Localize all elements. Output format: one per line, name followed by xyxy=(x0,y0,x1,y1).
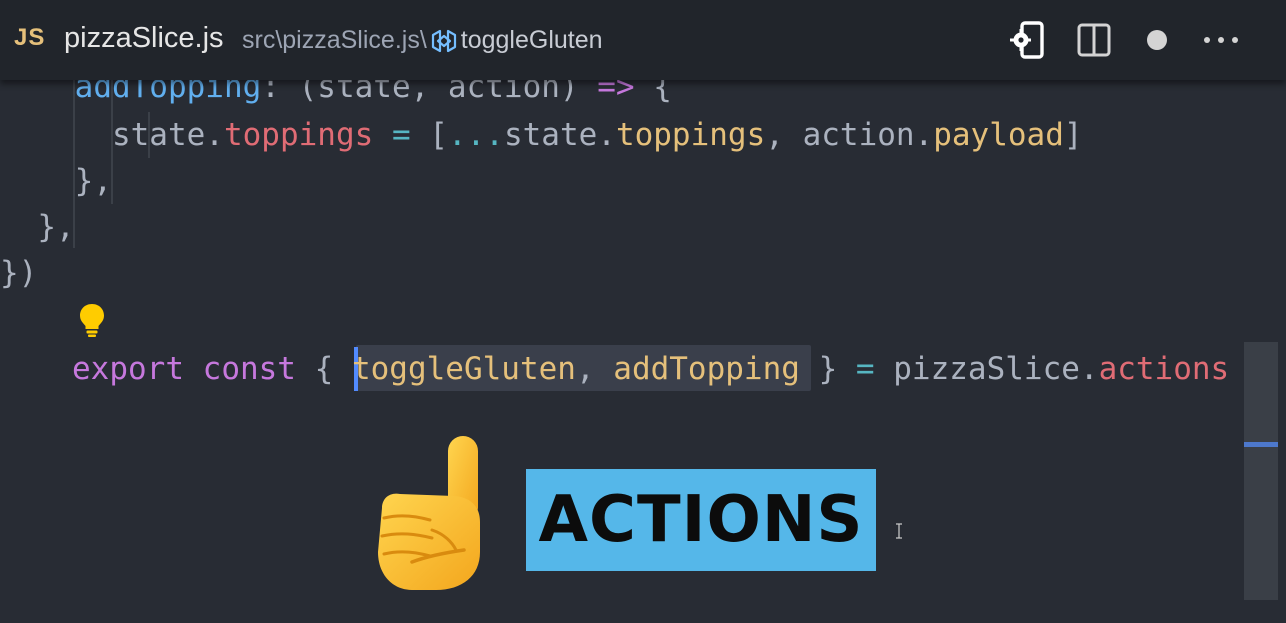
lightbulb-icon[interactable] xyxy=(78,302,106,338)
active-tab-title[interactable]: pizzaSlice.js xyxy=(64,22,224,55)
code-line: addTopping: (state, action) => { xyxy=(74,80,672,105)
symbol-variable-icon xyxy=(429,27,459,55)
actions-title-text: ACTIONS xyxy=(538,483,864,557)
breadcrumb: src\pizzaSlice.js\ toggleGluten xyxy=(242,26,603,55)
device-settings-icon[interactable] xyxy=(1008,20,1048,60)
actions-title-banner: ACTIONS xyxy=(526,469,876,571)
scrollbar-selection-marker xyxy=(1244,442,1278,447)
code-line: }) xyxy=(0,255,38,291)
pointing-up-hand-icon xyxy=(372,434,488,592)
breadcrumb-path[interactable]: src\pizzaSlice.js\ xyxy=(242,26,427,55)
breadcrumb-symbol[interactable]: toggleGluten xyxy=(461,26,603,55)
ibeam-cursor-icon xyxy=(894,523,904,539)
code-line: state.toppings = [...state.toppings, act… xyxy=(111,117,1083,153)
scrollbar-thumb[interactable] xyxy=(1244,342,1278,600)
code-line: }, xyxy=(0,163,112,199)
more-actions-icon[interactable] xyxy=(1201,20,1241,60)
code-line: }, xyxy=(0,209,75,245)
unsaved-dot-icon[interactable] xyxy=(1137,20,1177,60)
code-line: export const { toggleGluten, addTopping … xyxy=(72,351,1230,387)
split-editor-icon[interactable] xyxy=(1074,20,1114,60)
editor-tab-bar: JS pizzaSlice.js src\pizzaSlice.js\ togg… xyxy=(0,0,1286,80)
editor-scrollbar[interactable] xyxy=(1244,80,1286,623)
javascript-file-icon: JS xyxy=(14,24,46,51)
